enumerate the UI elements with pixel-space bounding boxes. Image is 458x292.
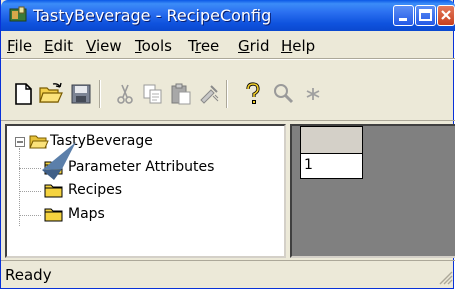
status-bar: Ready [1,260,455,288]
grid-view[interactable]: 1 [290,124,455,258]
toolbar [1,60,455,120]
save-icon[interactable] [69,82,93,106]
collapse-toggle-icon[interactable] [15,137,25,147]
tree-item-parameter-attributes[interactable]: Parameter Attributes [68,159,214,175]
tree-connector [19,168,41,169]
paste-icon[interactable] [169,82,193,106]
menu-tools-accel: T [135,37,142,55]
menu-tree-pre: T [188,37,195,55]
tree-item-maps[interactable]: Maps [68,206,105,222]
title-bar[interactable]: TastyBeverage - RecipeConfig [1,0,455,31]
status-text: Ready [5,266,52,284]
app-icon [9,6,27,22]
toolbar-separator [99,80,101,108]
folder-icon [44,208,63,222]
format-painter-icon[interactable] [197,82,221,106]
close-button[interactable] [437,5,455,26]
resize-grip-icon[interactable] [437,269,453,285]
star-icon[interactable] [301,82,325,106]
menu-tools-label: ools [141,37,172,55]
toolbar-divider [1,120,455,121]
menu-file-accel: F [7,37,15,55]
menu-tree[interactable]: Tree [188,37,219,55]
menu-edit[interactable]: Edit [44,37,73,55]
menu-grid[interactable]: Grid [238,37,269,55]
grid-corner-cell[interactable] [300,126,363,154]
menu-file-label: ile [14,37,33,55]
help-icon[interactable] [241,82,265,106]
toolbar-separator [226,80,228,108]
menu-bar: File Edit View Tools Tree Grid Help [1,31,455,58]
folder-icon [44,184,63,198]
menu-edit-label: dit [53,37,74,55]
grid-row-header[interactable]: 1 [300,153,363,179]
close-icon [441,10,451,20]
menu-view-label: iew [95,37,122,55]
minimize-icon [399,18,407,21]
tree-connector [19,215,41,216]
window-title: TastyBeverage - RecipeConfig [33,6,272,25]
maximize-button[interactable] [415,5,436,26]
menu-grid-accel: G [238,37,250,55]
tree-connector [19,191,41,192]
minimize-button[interactable] [393,5,414,26]
copy-icon[interactable] [141,82,165,106]
menu-view[interactable]: View [86,37,122,55]
menu-file[interactable]: File [7,37,32,55]
menu-help-label: elp [292,37,316,55]
new-icon[interactable] [11,82,35,106]
mouse-pointer-icon [42,142,76,180]
maximize-icon [419,9,432,21]
find-icon[interactable] [271,82,295,106]
menu-help-accel: H [281,37,293,55]
open-icon[interactable] [39,82,63,106]
menu-tree-label: ee [200,37,220,55]
menu-grid-label: rid [249,37,270,55]
menu-help[interactable]: Help [281,37,315,55]
tree-item-recipes[interactable]: Recipes [68,182,122,198]
menu-tools[interactable]: Tools [135,37,172,55]
menu-view-accel: V [86,37,96,55]
cut-icon[interactable] [113,82,137,106]
